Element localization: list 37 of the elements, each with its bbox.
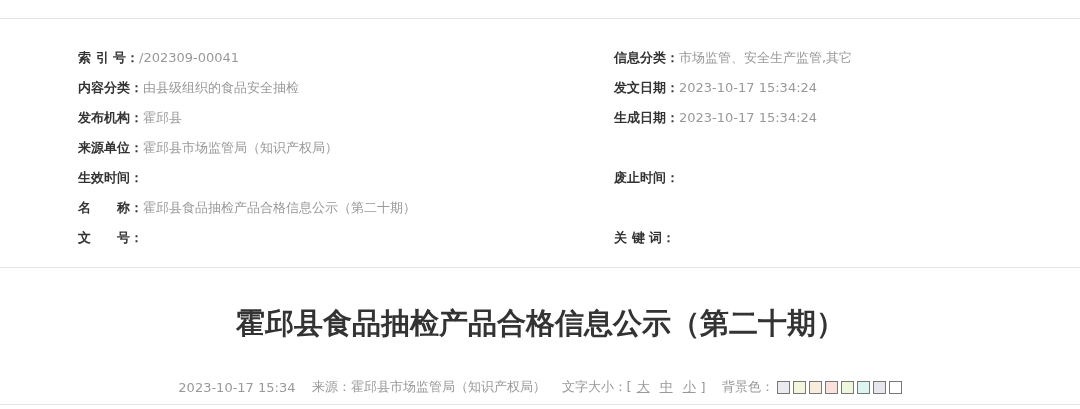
color-swatch[interactable] xyxy=(888,380,902,394)
color-swatch[interactable] xyxy=(776,380,790,394)
font-size-link[interactable]: 大 xyxy=(636,378,650,396)
field-label: 发文日期： xyxy=(614,79,679,97)
font-size-link[interactable]: 小 xyxy=(682,378,696,396)
field-value: 由县级组织的食品安全抽检 xyxy=(143,79,299,97)
field-label: 内容分类： xyxy=(78,79,143,97)
color-swatch[interactable] xyxy=(824,380,838,394)
field-label: 关 键 词： xyxy=(614,229,676,247)
color-swatch[interactable] xyxy=(856,380,870,394)
field-label: 信息分类： xyxy=(614,49,679,67)
field-value: 市场监管、安全生产监管,其它 xyxy=(679,49,853,67)
field-label: 文 号： xyxy=(78,229,143,247)
font-size-label: 文字大小：[ xyxy=(561,378,632,396)
article-title: 霍邱县食品抽检产品合格信息公示（第二十期） xyxy=(234,305,846,342)
field-label: 名 称： xyxy=(78,199,143,217)
field-value: 霍邱县 xyxy=(143,109,182,127)
field-value: 2023-10-17 15:34:24 xyxy=(679,80,818,95)
field-label: 废止时间： xyxy=(614,169,679,187)
color-swatch[interactable] xyxy=(808,380,822,394)
color-swatch[interactable] xyxy=(872,380,886,394)
font-size-link[interactable]: 中 xyxy=(659,378,673,396)
field-label: 生成日期： xyxy=(614,109,679,127)
color-swatch[interactable] xyxy=(840,380,854,394)
field-value: 2023-10-17 15:34:24 xyxy=(679,110,818,125)
field-value: 霍邱县市场监管局（知识产权局） xyxy=(143,139,338,157)
bracket-text: ] xyxy=(700,379,706,395)
field-value: 霍邱县食品抽检产品合格信息公示（第二十期） xyxy=(143,199,416,217)
field-label: 发布机构： xyxy=(78,109,143,127)
field-label: 索 引 号： xyxy=(78,49,140,67)
publish-date: 2023-10-17 15:34 xyxy=(178,379,296,395)
field-label: 生效时间： xyxy=(78,169,143,187)
color-swatch[interactable] xyxy=(792,380,806,394)
source-text: 来源：霍邱县市场监管局（知识产权局） xyxy=(311,378,546,396)
field-value: /202309-00041 xyxy=(139,50,240,65)
field-label: 来源单位： xyxy=(78,139,143,157)
background-label: 背景色： xyxy=(721,378,774,396)
